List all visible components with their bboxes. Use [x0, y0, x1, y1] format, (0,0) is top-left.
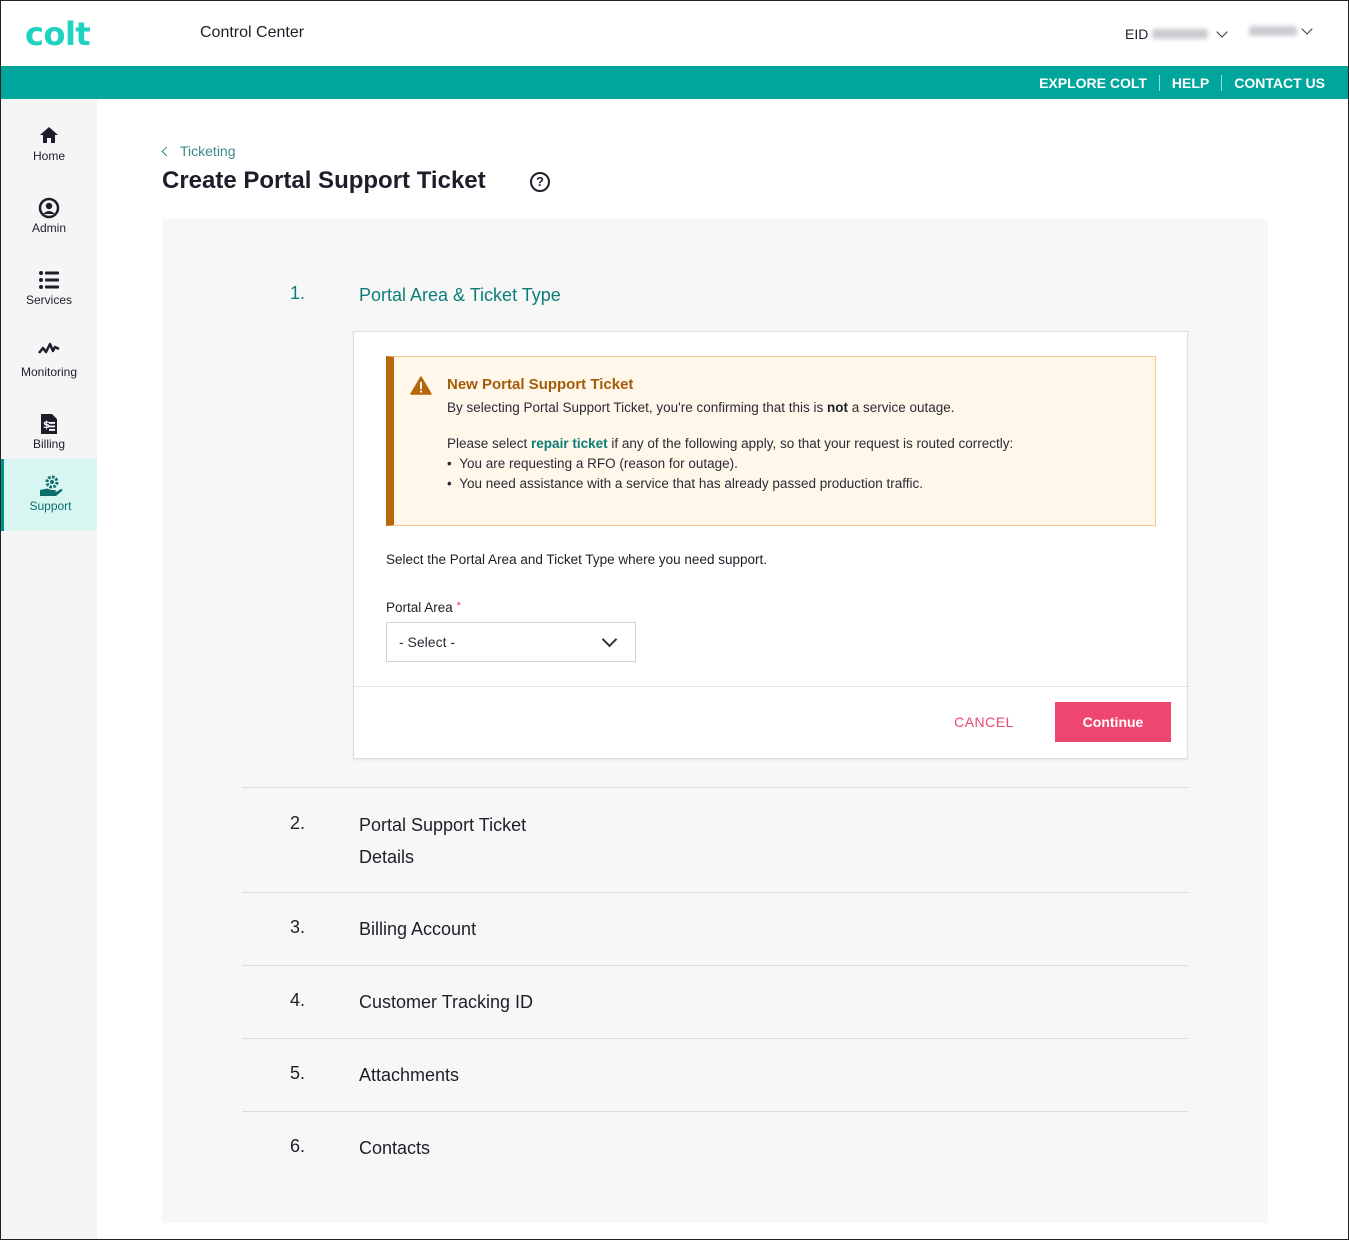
user-name-redacted — [1249, 26, 1297, 36]
top-header: colt Control Center EID — [1, 1, 1348, 66]
sidebar-item-support[interactable]: Support — [1, 459, 97, 531]
sidebar-item-home[interactable]: Home — [1, 109, 97, 181]
divider — [1158, 75, 1160, 91]
divider — [242, 1038, 1188, 1039]
continue-button[interactable]: Continue — [1055, 702, 1171, 742]
sidebar-item-label: Billing — [32, 437, 65, 451]
step-number: 1. — [290, 283, 306, 303]
support-hand-gear-icon — [4, 475, 97, 497]
ticket-wizard-panel: 1. Portal Area & Ticket Type New Portal … — [162, 219, 1268, 1223]
portal-area-select[interactable]: - Select - — [386, 622, 636, 662]
alert-text: By selecting Portal Support Ticket, you'… — [447, 400, 827, 415]
alert-bullet-text: You need assistance with a service that … — [459, 476, 924, 491]
alert-emphasis: not — [827, 400, 848, 415]
warning-triangle-icon — [410, 376, 432, 400]
required-asterisk: * — [456, 600, 461, 612]
utility-bar: EXPLORE COLT HELP CONTACT US — [1, 66, 1348, 99]
repair-ticket-link[interactable]: repair ticket — [531, 436, 608, 451]
sidebar-item-services[interactable]: Services — [1, 253, 97, 325]
divider — [242, 892, 1188, 893]
chevron-left-icon — [161, 146, 172, 156]
app-title: Control Center — [200, 24, 305, 41]
sidebar-item-label: Monitoring — [20, 365, 78, 379]
chevron-down-icon — [601, 631, 618, 648]
divider — [354, 686, 1187, 687]
form-instruction: Select the Portal Area and Ticket Type w… — [386, 552, 767, 567]
invoice-icon: $ — [1, 413, 97, 435]
step-number: 4. — [290, 990, 306, 1010]
alert-bullet: • You need assistance with a service tha… — [447, 476, 924, 491]
warning-alert: New Portal Support Ticket By selecting P… — [386, 356, 1156, 526]
step-title: Customer Tracking ID — [359, 992, 534, 1012]
sidebar-item-label: Home — [32, 149, 65, 163]
sidebar-item-label: Support — [29, 499, 72, 513]
step-number: 5. — [290, 1063, 306, 1083]
svg-text:$: $ — [43, 420, 50, 431]
divider — [1221, 75, 1223, 91]
sidebar-item-monitoring[interactable]: Monitoring — [1, 325, 97, 397]
sidebar-item-label: Services — [25, 293, 72, 307]
alert-text-line2: Please select repair ticket if any of th… — [447, 436, 1013, 451]
alert-text: a service outage. — [848, 400, 955, 415]
alert-text: if any of the following apply, so that y… — [607, 436, 1014, 451]
explore-colt-link[interactable]: EXPLORE COLT — [1039, 75, 1147, 91]
alert-bullet: • You are requesting a RFO (reason for o… — [447, 456, 738, 471]
step-number: 3. — [290, 917, 306, 937]
step-title: Portal Support Ticket — [359, 815, 527, 835]
divider — [242, 965, 1188, 966]
alert-title: New Portal Support Ticket — [447, 376, 634, 393]
step-title: Attachments — [359, 1065, 460, 1085]
alert-bullet-text: You are requesting a RFO (reason for out… — [459, 456, 738, 471]
chevron-down-icon — [1301, 23, 1313, 35]
step-title: Contacts — [359, 1138, 431, 1158]
help-link[interactable]: HELP — [1172, 75, 1209, 91]
eid-selector[interactable]: EID — [1125, 26, 1232, 42]
colt-logo[interactable]: colt — [25, 15, 91, 53]
select-value: - Select - — [399, 634, 456, 650]
home-icon — [1, 125, 97, 147]
page-title: Create Portal Support Ticket — [162, 167, 486, 194]
alert-text-line1: By selecting Portal Support Ticket, you'… — [447, 400, 955, 415]
breadcrumb-back-ticketing[interactable]: Ticketing — [161, 143, 236, 159]
breadcrumb-label: Ticketing — [180, 143, 236, 159]
divider — [242, 787, 1188, 788]
divider — [242, 1111, 1188, 1112]
sidebar-item-label: Admin — [31, 221, 66, 235]
eid-value-redacted — [1152, 29, 1209, 39]
field-label-text: Portal Area — [386, 600, 453, 615]
eid-label: EID — [1125, 26, 1149, 42]
help-question-icon[interactable]: ? — [530, 172, 550, 192]
user-menu[interactable] — [1249, 23, 1317, 36]
chevron-down-icon — [1216, 26, 1229, 38]
pulse-icon — [1, 341, 97, 363]
step-number: 2. — [290, 813, 306, 833]
portal-area-label: Portal Area * — [386, 600, 461, 615]
user-circle-icon — [1, 197, 97, 219]
step-number: 6. — [290, 1136, 306, 1156]
sidebar: Home Admin Services Monitoring $ Billing… — [1, 99, 97, 1239]
step-1-card: New Portal Support Ticket By selecting P… — [353, 331, 1188, 759]
step-title-line2: Details — [359, 847, 415, 867]
step-title: Billing Account — [359, 919, 477, 939]
step-title: Portal Area & Ticket Type — [359, 285, 561, 305]
list-icon — [1, 269, 97, 291]
alert-text: Please select — [447, 436, 532, 451]
sidebar-item-admin[interactable]: Admin — [1, 181, 97, 253]
contact-us-link[interactable]: CONTACT US — [1234, 75, 1325, 91]
cancel-button[interactable]: CANCEL — [924, 702, 1044, 742]
